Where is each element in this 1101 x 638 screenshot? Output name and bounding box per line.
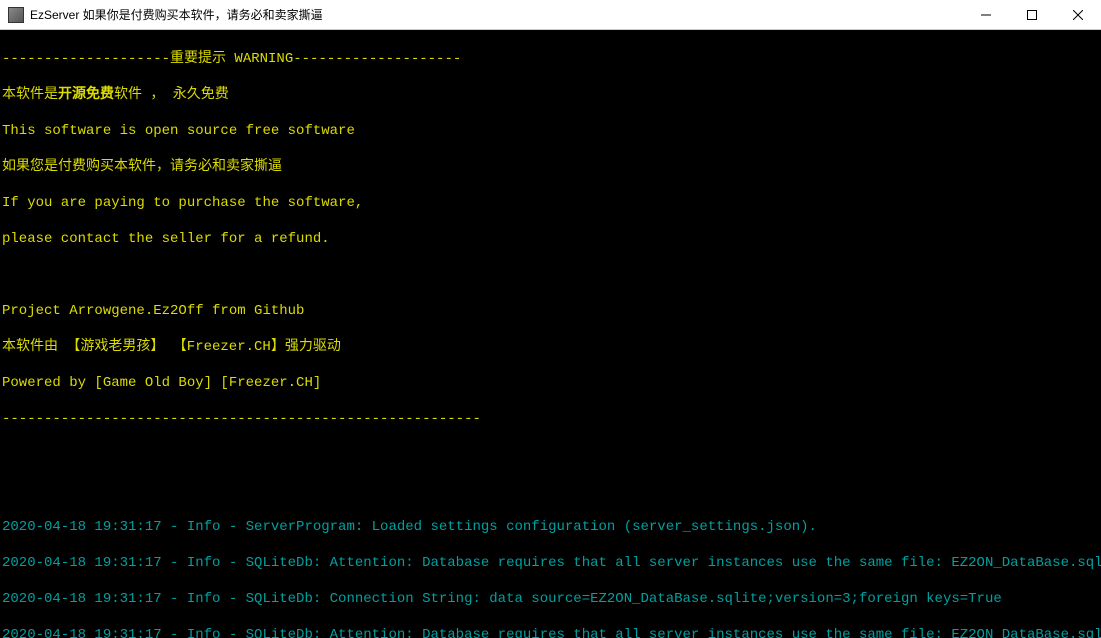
window-title: EzServer 如果你是付费购买本软件，请务必和卖家撕逼 (30, 6, 963, 23)
warning-line: Project Arrowgene.Ez2Off from Github (2, 302, 1101, 320)
close-icon (1073, 10, 1083, 20)
titlebar: EzServer 如果你是付费购买本软件，请务必和卖家撕逼 (0, 0, 1101, 30)
warning-line: 本软件是开源免费软件 ， 永久免费 (2, 86, 1101, 104)
warning-line: please contact the seller for a refund. (2, 230, 1101, 248)
log-line: 2020-04-18 19:31:17 - Info - SQLiteDb: A… (2, 626, 1101, 638)
warning-line: 本软件由 【游戏老男孩】 【Freezer.CH】强力驱动 (2, 338, 1101, 356)
maximize-icon (1027, 10, 1037, 20)
close-button[interactable] (1055, 0, 1101, 29)
blank-line (2, 446, 1101, 464)
warning-footer: ----------------------------------------… (2, 410, 1101, 428)
warning-line: This software is open source free softwa… (2, 122, 1101, 140)
console-output[interactable]: --------------------重要提示 WARNING--------… (0, 30, 1101, 638)
warning-line: 如果您是付费购买本软件，请务必和卖家撕逼 (2, 158, 1101, 176)
minimize-icon (981, 10, 991, 20)
log-line: 2020-04-18 19:31:17 - Info - SQLiteDb: C… (2, 590, 1101, 608)
blank-line (2, 266, 1101, 284)
blank-line (2, 482, 1101, 500)
warning-line: Powered by [Game Old Boy] [Freezer.CH] (2, 374, 1101, 392)
minimize-button[interactable] (963, 0, 1009, 29)
warning-header: --------------------重要提示 WARNING--------… (2, 50, 1101, 68)
log-line: 2020-04-18 19:31:17 - Info - ServerProgr… (2, 518, 1101, 536)
app-icon (8, 7, 24, 23)
window-controls (963, 0, 1101, 29)
log-line: 2020-04-18 19:31:17 - Info - SQLiteDb: A… (2, 554, 1101, 572)
warning-line: If you are paying to purchase the softwa… (2, 194, 1101, 212)
maximize-button[interactable] (1009, 0, 1055, 29)
